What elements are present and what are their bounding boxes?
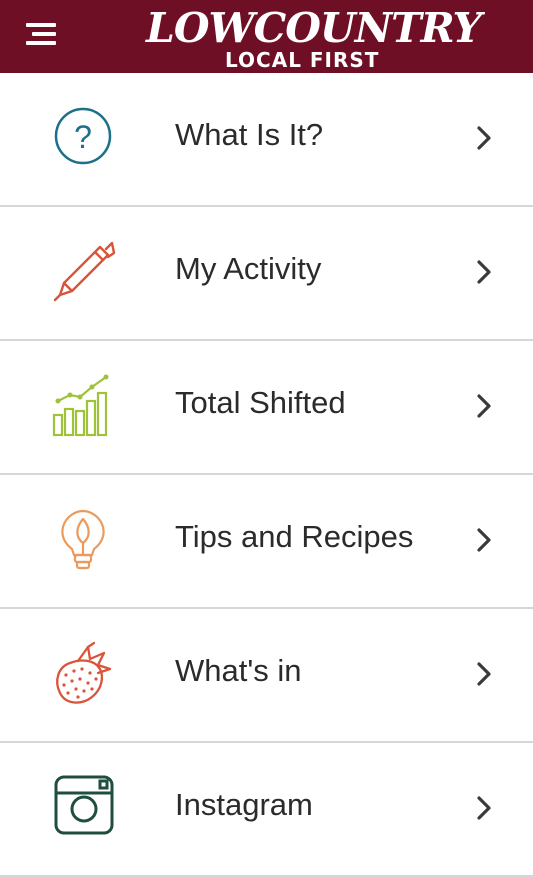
menu-item-label: My Activity xyxy=(175,251,322,286)
menu-item-whats-in[interactable]: What's in xyxy=(0,609,533,743)
menu-item-total-shifted[interactable]: Total Shifted xyxy=(0,341,533,475)
pen-icon xyxy=(53,241,116,302)
bar-chart-icon xyxy=(52,374,109,437)
menu-item-label: What Is It? xyxy=(175,117,324,152)
brand-logo: LOWCOUNTRY LOCAL FIRST xyxy=(146,4,482,72)
menu-item-what-is-it[interactable]: ? What Is It? xyxy=(0,73,533,207)
lightbulb-icon xyxy=(61,509,105,570)
chevron-right-icon xyxy=(477,126,491,150)
menu-item-tips-and-recipes[interactable]: Tips and Recipes xyxy=(0,475,533,609)
menu-item-label: Total Shifted xyxy=(175,385,346,420)
menu-item-label: Instagram xyxy=(175,787,313,822)
chevron-right-icon xyxy=(477,260,491,284)
brand-title: LOWCOUNTRY xyxy=(146,4,482,52)
chevron-right-icon xyxy=(477,662,491,686)
chevron-right-icon xyxy=(477,394,491,418)
instagram-icon xyxy=(54,775,114,835)
menu-item-my-activity[interactable]: My Activity xyxy=(0,207,533,341)
app-header: LOWCOUNTRY LOCAL FIRST xyxy=(0,0,533,73)
main-menu-list: ? What Is It? My Activity Total Shifted … xyxy=(0,73,533,877)
question-circle-icon: ? xyxy=(54,107,112,165)
menu-item-instagram[interactable]: Instagram xyxy=(0,743,533,877)
chevron-right-icon xyxy=(477,796,491,820)
menu-item-label: What's in xyxy=(175,653,302,688)
svg-text:?: ? xyxy=(74,119,92,155)
hamburger-menu-icon[interactable] xyxy=(26,20,60,50)
chevron-right-icon xyxy=(477,528,491,552)
strawberry-icon xyxy=(56,641,112,704)
menu-item-label: Tips and Recipes xyxy=(175,519,414,554)
brand-subtitle: LOCAL FIRST xyxy=(225,48,380,72)
